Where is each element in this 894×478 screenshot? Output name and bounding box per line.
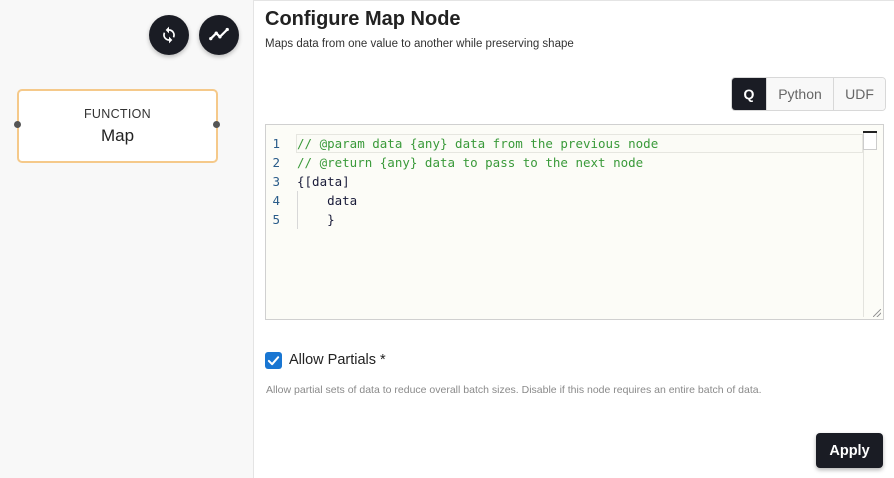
code-line: 5 } [266, 210, 335, 229]
checkmark-icon [267, 356, 280, 366]
lang-python-button[interactable]: Python [766, 78, 833, 110]
editor-resize-handle[interactable] [873, 309, 881, 317]
editor-minimap-mark [863, 131, 877, 133]
language-toggle: Q Python UDF [731, 77, 886, 111]
allow-partials-checkbox[interactable] [265, 352, 282, 369]
allow-partials-help: Allow partial sets of data to reduce ove… [266, 384, 762, 396]
line-number: 3 [272, 174, 280, 189]
line-number: 5 [272, 212, 280, 227]
code-text: } [297, 212, 335, 227]
code-text: {[data] [297, 174, 350, 189]
node-output-port[interactable] [213, 121, 220, 128]
lang-q-button[interactable]: Q [732, 78, 766, 110]
code-text: data [297, 193, 358, 208]
code-text: // @return {any} data to pass to the nex… [297, 155, 644, 170]
lang-udf-button[interactable]: UDF [833, 78, 885, 110]
node-type-label: FUNCTION [84, 106, 151, 121]
node-input-port[interactable] [14, 121, 21, 128]
code-line: 1 // @param data {any} data from the pre… [266, 134, 658, 153]
line-number: 1 [272, 136, 280, 151]
editor-scrollbar[interactable] [863, 131, 864, 317]
chart-button[interactable] [199, 15, 239, 55]
code-line: 3 {[data] [266, 172, 350, 191]
refresh-icon [163, 26, 175, 44]
editor-minimap[interactable] [863, 133, 877, 150]
code-text: // @param data {any} data from the previ… [297, 136, 659, 151]
node-name-label: Map [100, 125, 135, 145]
map-node[interactable]: FUNCTION Map [17, 89, 218, 163]
code-line: 2 // @return {any} data to pass to the n… [266, 153, 643, 172]
code-editor[interactable]: 1 // @param data {any} data from the pre… [265, 124, 884, 320]
panel-title: Configure Map Node [265, 8, 461, 30]
line-number: 2 [272, 155, 280, 170]
refresh-button[interactable] [149, 15, 189, 55]
pipeline-canvas[interactable]: FUNCTION Map [0, 0, 254, 478]
code-line: 4 data [266, 191, 357, 210]
line-chart-icon [209, 27, 229, 41]
apply-button[interactable]: Apply [816, 433, 883, 468]
panel-subtitle: Maps data from one value to another whil… [265, 38, 574, 50]
allow-partials-label[interactable]: Allow Partials * [289, 352, 386, 368]
line-number: 4 [272, 193, 280, 208]
